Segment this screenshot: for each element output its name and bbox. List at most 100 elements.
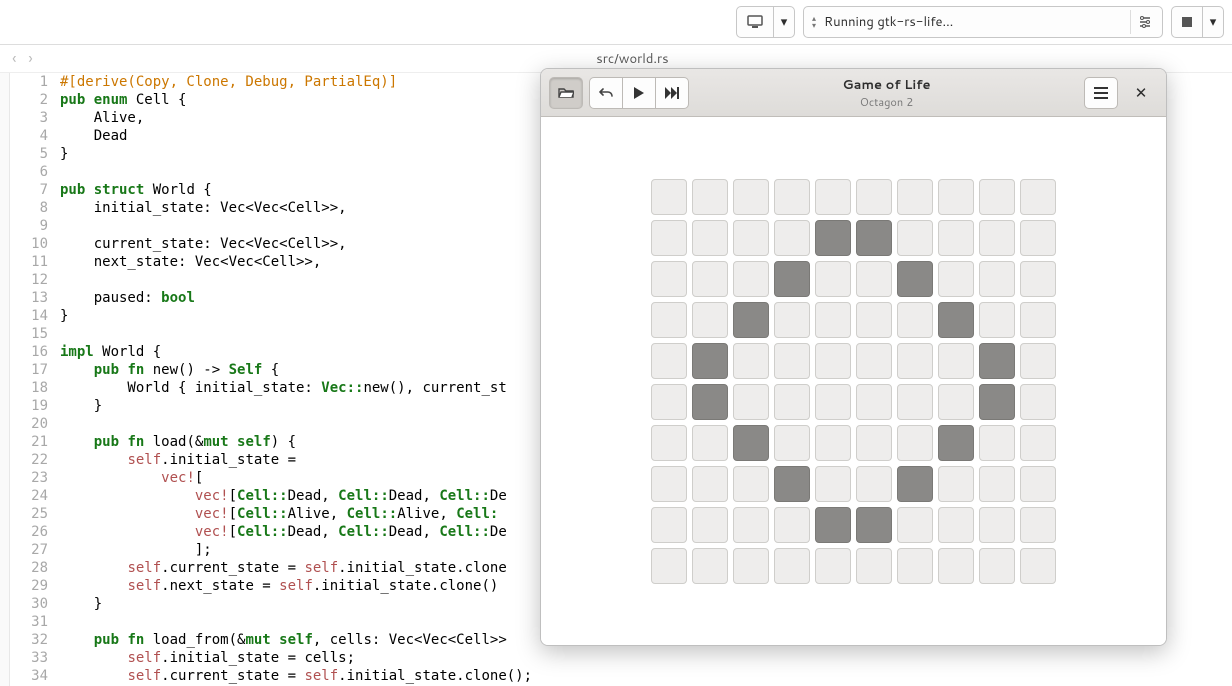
gol-cell[interactable]: [733, 466, 769, 502]
gol-cell[interactable]: [856, 425, 892, 461]
gol-cell[interactable]: [733, 220, 769, 256]
gol-cell[interactable]: [938, 343, 974, 379]
gol-cell[interactable]: [692, 261, 728, 297]
gol-cell[interactable]: [774, 548, 810, 584]
gol-cell[interactable]: [979, 466, 1015, 502]
gol-cell[interactable]: [651, 425, 687, 461]
stop-button[interactable]: [1171, 6, 1203, 38]
gol-cell[interactable]: [979, 220, 1015, 256]
gol-cell[interactable]: [815, 384, 851, 420]
gol-cell[interactable]: [733, 548, 769, 584]
code-text[interactable]: self.initial_state = cells;: [60, 649, 1232, 667]
gol-cell[interactable]: [815, 548, 851, 584]
gol-cell[interactable]: [815, 425, 851, 461]
gol-cell[interactable]: [733, 507, 769, 543]
gol-cell[interactable]: [856, 507, 892, 543]
gol-cell[interactable]: [979, 343, 1015, 379]
gol-cell[interactable]: [815, 220, 851, 256]
gol-cell[interactable]: [692, 425, 728, 461]
gol-cell[interactable]: [651, 261, 687, 297]
gol-cell[interactable]: [692, 302, 728, 338]
gol-cell[interactable]: [692, 220, 728, 256]
gol-cell[interactable]: [774, 384, 810, 420]
gol-cell[interactable]: [692, 548, 728, 584]
menu-button[interactable]: [1084, 77, 1118, 109]
gol-cell[interactable]: [897, 343, 933, 379]
gol-cell[interactable]: [979, 261, 1015, 297]
gol-cell[interactable]: [1020, 302, 1056, 338]
gol-cell[interactable]: [651, 302, 687, 338]
gol-cell[interactable]: [856, 384, 892, 420]
gol-cell[interactable]: [856, 220, 892, 256]
gol-cell[interactable]: [979, 425, 1015, 461]
gol-cell[interactable]: [979, 548, 1015, 584]
gol-cell[interactable]: [897, 261, 933, 297]
gol-cell[interactable]: [651, 507, 687, 543]
gol-cell[interactable]: [1020, 220, 1056, 256]
gol-cell[interactable]: [1020, 261, 1056, 297]
gol-cell[interactable]: [733, 179, 769, 215]
gol-cell[interactable]: [692, 466, 728, 502]
run-target-combo[interactable]: ▴▾ Running gtk-rs-life…: [803, 6, 1163, 38]
gol-cell[interactable]: [979, 507, 1015, 543]
nav-back-icon[interactable]: ‹: [12, 47, 16, 70]
gol-cell[interactable]: [1020, 507, 1056, 543]
gol-cell[interactable]: [774, 466, 810, 502]
gol-cell[interactable]: [938, 302, 974, 338]
gol-cell[interactable]: [1020, 548, 1056, 584]
gol-cell[interactable]: [651, 343, 687, 379]
gol-cell[interactable]: [815, 466, 851, 502]
gol-cell[interactable]: [774, 220, 810, 256]
gol-cell[interactable]: [856, 302, 892, 338]
gol-cell[interactable]: [692, 507, 728, 543]
gol-cell[interactable]: [774, 425, 810, 461]
gol-cell[interactable]: [856, 343, 892, 379]
gol-cell[interactable]: [815, 261, 851, 297]
gol-cell[interactable]: [938, 507, 974, 543]
gol-cell[interactable]: [692, 384, 728, 420]
gol-cell[interactable]: [897, 302, 933, 338]
gol-cell[interactable]: [733, 343, 769, 379]
open-button[interactable]: [549, 77, 583, 109]
gol-cell[interactable]: [897, 507, 933, 543]
gol-cell[interactable]: [979, 384, 1015, 420]
gol-cell[interactable]: [938, 384, 974, 420]
gol-cell[interactable]: [897, 548, 933, 584]
nav-forward-icon[interactable]: ›: [28, 47, 32, 70]
gol-cell[interactable]: [774, 343, 810, 379]
gol-cell[interactable]: [1020, 343, 1056, 379]
reset-button[interactable]: [589, 77, 623, 109]
gol-cell[interactable]: [733, 384, 769, 420]
gol-cell[interactable]: [938, 261, 974, 297]
gol-cell[interactable]: [815, 302, 851, 338]
gol-cell[interactable]: [897, 179, 933, 215]
gol-cell[interactable]: [938, 220, 974, 256]
gol-cell[interactable]: [733, 261, 769, 297]
gol-cell[interactable]: [774, 179, 810, 215]
gol-cell[interactable]: [692, 343, 728, 379]
gol-cell[interactable]: [897, 384, 933, 420]
gol-cell[interactable]: [979, 302, 1015, 338]
play-button[interactable]: [622, 77, 656, 109]
gol-cell[interactable]: [938, 466, 974, 502]
display-dropdown[interactable]: ▾: [773, 6, 795, 38]
close-button[interactable]: ✕: [1124, 77, 1158, 109]
gol-cell[interactable]: [856, 466, 892, 502]
gol-cell[interactable]: [979, 179, 1015, 215]
gol-cell[interactable]: [774, 261, 810, 297]
gol-cell[interactable]: [774, 302, 810, 338]
gol-cell[interactable]: [651, 220, 687, 256]
code-text[interactable]: self.current_state = self.initial_state.…: [60, 667, 1232, 685]
gol-cell[interactable]: [815, 343, 851, 379]
stop-dropdown[interactable]: ▾: [1202, 6, 1224, 38]
gol-cell[interactable]: [897, 466, 933, 502]
gol-cell[interactable]: [856, 548, 892, 584]
gol-cell[interactable]: [1020, 466, 1056, 502]
gol-cell[interactable]: [938, 179, 974, 215]
gol-cell[interactable]: [815, 507, 851, 543]
step-button[interactable]: [655, 77, 689, 109]
gol-cell[interactable]: [651, 179, 687, 215]
display-button[interactable]: [736, 6, 774, 38]
gol-cell[interactable]: [938, 425, 974, 461]
gol-cell[interactable]: [897, 425, 933, 461]
